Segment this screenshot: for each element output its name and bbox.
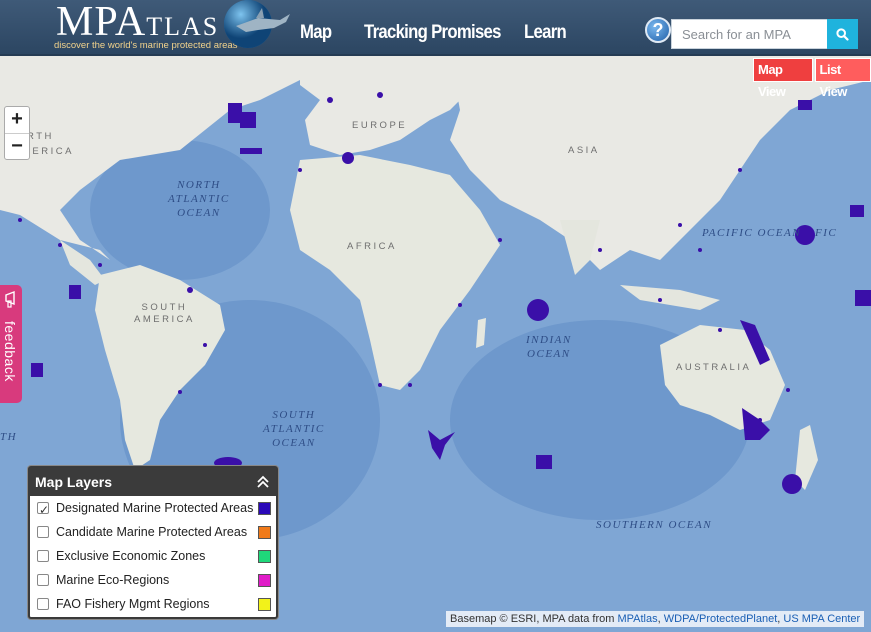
nav-tracking-promises[interactable]: Tracking Promises: [364, 22, 505, 44]
search-input[interactable]: [671, 19, 829, 49]
layer-checkbox[interactable]: [37, 574, 49, 586]
edge-th-label: TH: [0, 431, 18, 443]
help-icon[interactable]: ?: [645, 17, 671, 43]
edge-north-label: RTH: [27, 131, 54, 142]
map-layers-header[interactable]: Map Layers: [30, 468, 276, 496]
layer-label: Exclusive Economic Zones: [56, 549, 206, 563]
africa-label: AFRICA: [347, 241, 397, 252]
attribution-prefix: Basemap © ESRI, MPA data from: [450, 613, 615, 625]
attribution-link-us-mpa[interactable]: US MPA Center: [783, 613, 860, 625]
layer-checkbox[interactable]: [37, 598, 49, 610]
attribution-link-wdpa[interactable]: WDPA/ProtectedPlanet: [664, 613, 778, 625]
view-toggle: Map View List View: [753, 58, 871, 99]
list-view-button[interactable]: List View: [814, 58, 871, 99]
layer-label: Marine Eco-Regions: [56, 573, 170, 587]
europe-label: EUROPE: [352, 120, 408, 131]
layer-eco-regions[interactable]: Marine Eco-Regions: [30, 568, 276, 592]
layer-fao-regions[interactable]: FAO Fishery Mgmt Regions: [30, 592, 276, 616]
map-attribution: Basemap © ESRI, MPA data from MPAtlas, W…: [446, 611, 865, 627]
layer-checkbox[interactable]: [37, 526, 49, 538]
logo-small-text: TLAS: [146, 12, 220, 41]
layer-label: Candidate Marine Protected Areas: [56, 525, 248, 539]
pacific-ocean-label: PACIFIC OCEAN: [702, 227, 802, 239]
attribution-link-mpatlas[interactable]: MPAtlas: [617, 613, 657, 625]
south-america-label: SOUTH AMERICA: [134, 302, 195, 325]
layer-checkbox[interactable]: [37, 550, 49, 562]
south-atlantic-label: SOUTH ATLANTIC OCEAN: [263, 409, 325, 449]
map-view-button[interactable]: Map View: [753, 58, 813, 99]
logo-tagline: discover the world's marine protected ar…: [54, 40, 238, 51]
australia-label: AUSTRALIA: [676, 362, 752, 373]
search-button[interactable]: [827, 19, 858, 49]
megaphone-icon: [5, 291, 15, 308]
layer-label: Designated Marine Protected Areas: [56, 501, 254, 515]
asia-label: ASIA: [568, 145, 600, 156]
north-atlantic-label: NORTH ATLANTIC OCEAN: [168, 179, 230, 219]
feedback-label: feedback: [2, 321, 18, 382]
map-layers-panel: Map Layers Designated Marine Protected A…: [28, 466, 278, 619]
feedback-tab[interactable]: feedback: [0, 285, 22, 403]
main-nav: Map Tracking Promises Learn: [300, 22, 584, 44]
layer-candidate-mpas[interactable]: Candidate Marine Protected Areas: [30, 520, 276, 544]
map-layers-title: Map Layers: [35, 474, 113, 490]
layer-color-swatch: [258, 550, 271, 563]
nav-learn[interactable]: Learn: [524, 22, 577, 44]
layer-designated-mpas[interactable]: Designated Marine Protected Areas: [30, 496, 276, 522]
zoom-in-button[interactable]: +: [5, 107, 29, 133]
layer-color-swatch: [258, 526, 271, 539]
zoom-out-button[interactable]: −: [5, 133, 29, 159]
layer-color-swatch: [258, 574, 271, 587]
globe-shark-logo-icon: [224, 0, 290, 48]
layer-color-swatch: [258, 502, 271, 515]
zoom-control: + −: [4, 106, 30, 160]
layer-eez[interactable]: Exclusive Economic Zones: [30, 544, 276, 568]
indian-ocean-label: INDIAN OCEAN: [526, 334, 572, 360]
search-icon: [836, 27, 849, 41]
nav-map[interactable]: Map: [300, 22, 353, 44]
double-chevron-up-icon[interactable]: [256, 474, 270, 490]
edge-fic-label: FIC: [815, 227, 838, 239]
attribution-sep: ,: [777, 613, 781, 625]
attribution-sep: ,: [657, 613, 661, 625]
layer-label: FAO Fishery Mgmt Regions: [56, 597, 210, 611]
logo-main-text: MPA: [56, 0, 147, 45]
layer-color-swatch: [258, 598, 271, 611]
layer-checkbox[interactable]: [37, 498, 49, 522]
southern-ocean-label: SOUTHERN OCEAN: [596, 519, 713, 531]
app-header: MPATLAS discover the world's marine prot…: [0, 0, 871, 56]
